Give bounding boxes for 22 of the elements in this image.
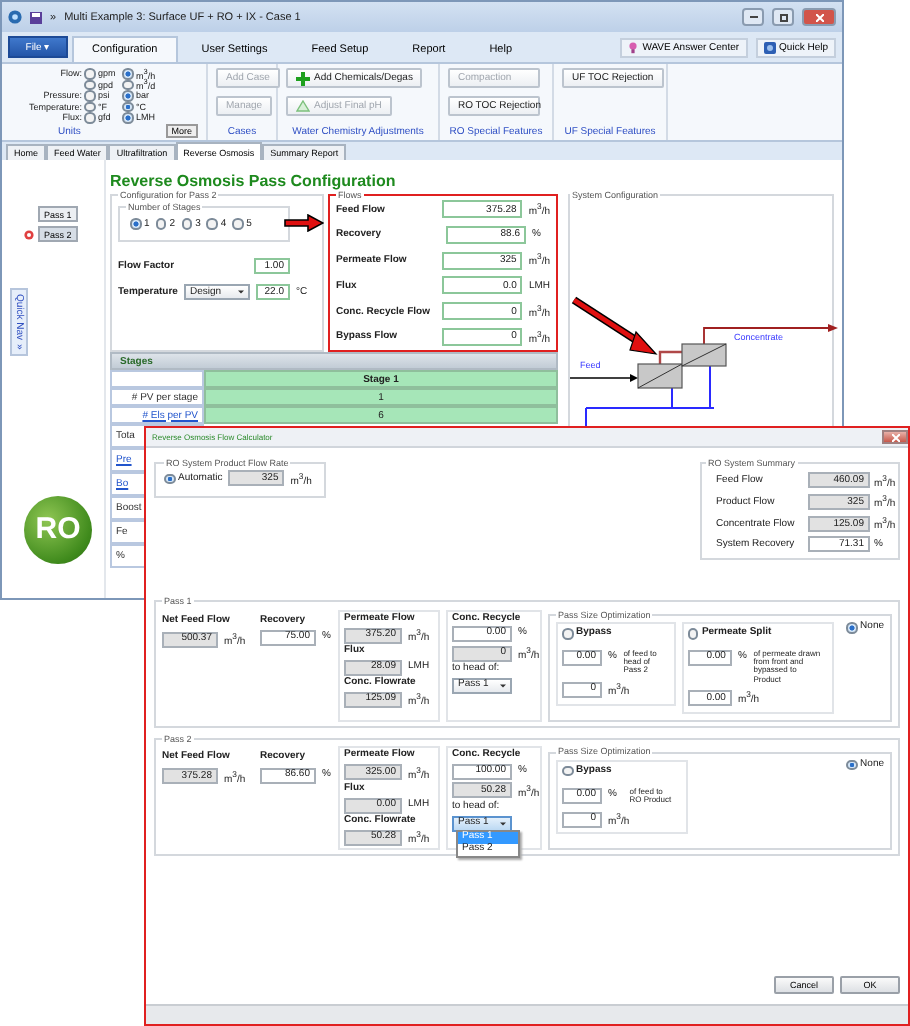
page-title: Reverse Osmosis Pass Configuration [110,172,398,190]
minimize-button[interactable] [742,8,764,26]
active-marker-icon [24,229,34,239]
maximize-icon [779,13,787,21]
table-cell [110,370,204,388]
logo: RO [24,495,92,564]
caret-icon [238,290,244,294]
close-icon [815,13,823,21]
caret-icon [500,683,506,688]
pointer-arrow [284,214,324,232]
maximize-button[interactable] [772,8,794,26]
pointer-arrow [571,296,658,355]
minimize-icon [749,16,757,18]
save-icon[interactable] [30,11,42,23]
plus-icon [296,71,310,85]
close-button[interactable] [882,430,908,444]
help-icon [763,42,776,54]
close-icon [891,433,899,441]
app-icon [8,10,22,24]
close-button[interactable] [802,8,836,26]
lightbulb-icon [628,42,639,54]
triangle-icon [296,100,310,112]
